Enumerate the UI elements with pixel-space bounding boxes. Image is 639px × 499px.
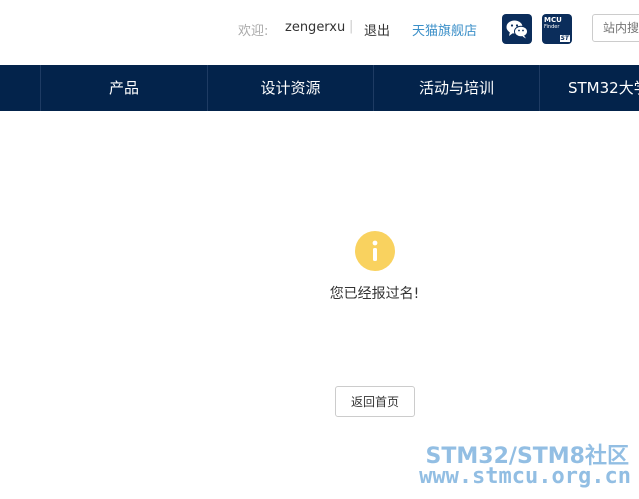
main-nav: 产品 设计资源 活动与培训 STM32大学 xyxy=(0,65,639,111)
st-logo-icon: ST xyxy=(559,35,570,42)
username: zengerxu xyxy=(285,20,346,35)
welcome-label: 欢迎: xyxy=(238,24,269,39)
separator: | xyxy=(349,19,354,34)
mcu-finder-line1: MCU xyxy=(544,16,562,24)
search-input[interactable] xyxy=(592,14,639,42)
mcu-finder-icon[interactable]: MCU Finder ST xyxy=(542,14,572,44)
mcu-finder-line2: Finder xyxy=(544,24,560,30)
return-home-button[interactable]: 返回首页 xyxy=(335,386,415,417)
status-message: 您已经报过名! xyxy=(329,286,420,302)
nav-item-products[interactable]: 产品 xyxy=(41,65,207,111)
watermark-site-url: www.stmcu.org.cn xyxy=(419,464,631,489)
nav-item-stm32-university[interactable]: STM32大学 xyxy=(540,65,639,111)
nav-item-events-training[interactable]: 活动与培训 xyxy=(374,65,539,111)
logout-link[interactable]: 退出 xyxy=(364,20,390,39)
info-icon xyxy=(355,231,395,271)
nav-item-design-resources[interactable]: 设计资源 xyxy=(208,65,373,111)
tmall-store-link[interactable]: 天猫旗舰店 xyxy=(412,20,477,39)
top-bar: 欢迎: zengerxu | 退出 天猫旗舰店 MCU Finder ST xyxy=(0,0,639,65)
wechat-icon[interactable] xyxy=(502,14,532,44)
